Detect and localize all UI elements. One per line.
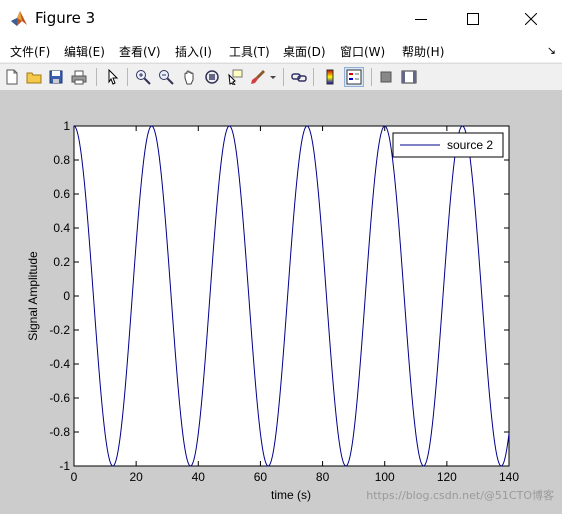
hide-plot-tools-icon [380,71,392,83]
y-tick-label: -1 [59,459,70,473]
watermark: https://blog.csdn.net/@51CTO博客 [366,489,554,502]
menu-tools[interactable]: 工具(T) [229,43,270,60]
maximize-icon [467,13,479,25]
x-tick-label: 60 [254,470,268,484]
figure-canvas[interactable]: -1 -0.8 -0.6 -0.4 -0.2 0 0.2 0.4 0.6 0.8 1 0 20 40 60… [0,90,562,514]
x-tick-label: 120 [437,470,457,484]
minimize-icon [415,19,427,20]
legend-icon [346,69,362,85]
show-plot-tools-button[interactable] [399,67,419,87]
data-cursor-button[interactable] [225,67,245,87]
save-button[interactable] [46,67,66,87]
axes-background [73,125,510,467]
matlab-logo-icon [11,11,27,26]
y-tick-label: 0 [63,289,70,303]
rotate-3d-icon [205,70,219,84]
brush-dropdown-icon [270,76,276,79]
close-icon [525,13,537,25]
data-cursor-icon [228,69,243,85]
menu-edit[interactable]: 编辑(E) [64,43,105,60]
brush-icon [251,70,265,84]
edit-plot-button[interactable] [103,67,123,87]
menu-desktop[interactable]: 桌面(D) [283,43,326,60]
show-plot-tools-icon [401,70,417,84]
y-tick-label: 0.2 [53,255,70,269]
x-tick-label: 80 [316,470,330,484]
rotate-3d-button[interactable] [202,67,222,87]
maximize-button[interactable] [450,0,496,38]
menu-view[interactable]: 查看(V) [119,43,161,60]
toolbar-separator [283,68,284,86]
menu-overflow-icon[interactable]: ↘ [547,44,556,57]
link-icon [291,73,307,82]
window-title: Figure 3 [35,9,96,27]
toolbar-separator [371,68,372,86]
pan-button[interactable] [179,67,199,87]
zoom-in-button[interactable] [133,67,153,87]
y-tick-label: -0.2 [49,323,70,337]
new-figure-button[interactable] [2,67,22,87]
legend[interactable]: source 2 [392,132,504,158]
legend-label: source 2 [447,138,493,152]
x-axis-label: time (s) [271,488,311,502]
zoom-out-icon [159,70,174,85]
menu-help[interactable]: 帮助(H) [402,43,444,60]
y-tick-label: 0.4 [53,221,70,235]
open-file-button[interactable] [24,67,44,87]
hide-plot-tools-button[interactable] [376,67,396,87]
x-tick-label: 100 [375,470,395,484]
link-plot-button[interactable] [289,67,309,87]
x-tick-label: 40 [192,470,206,484]
minimize-button[interactable] [398,0,444,38]
print-icon [71,70,87,85]
legend-button[interactable] [344,67,364,87]
print-button[interactable] [69,67,89,87]
menu-window[interactable]: 窗口(W) [340,43,385,60]
toolbar [0,63,562,91]
x-tick-label: 140 [499,470,519,484]
colorbar-icon [326,69,334,85]
save-icon [49,70,63,84]
y-tick-label: 0.6 [53,187,70,201]
x-tick-label: 20 [129,470,143,484]
brush-dropdown-button[interactable] [268,67,278,87]
menu-bar: 文件(F) 编辑(E) 查看(V) 插入(I) 工具(T) 桌面(D) 窗口(W… [0,38,562,62]
y-tick-label: 1 [63,119,70,133]
pan-icon [184,70,194,85]
line-chart[interactable]: -1 -0.8 -0.6 -0.4 -0.2 0 0.2 0.4 0.6 0.8 1 0 20 40 60… [0,90,562,514]
toolbar-separator [313,68,314,86]
toolbar-separator [127,68,128,86]
menu-file[interactable]: 文件(F) [10,43,50,60]
y-tick-label: -0.6 [49,391,70,405]
colorbar-button[interactable] [320,67,340,87]
toolbar-separator [96,68,97,86]
zoom-out-button[interactable] [156,67,176,87]
x-tick-label: 0 [71,470,78,484]
new-figure-icon [6,69,18,85]
y-tick-label: 0.8 [53,153,70,167]
title-bar: Figure 3 [0,0,562,38]
open-file-icon [26,72,42,84]
menu-insert[interactable]: 插入(I) [175,43,212,60]
pointer-icon [108,69,119,85]
y-tick-label: -0.8 [49,425,70,439]
zoom-in-icon [136,70,151,85]
brush-button[interactable] [248,67,268,87]
y-axis-label: Signal Amplitude [26,251,40,341]
y-tick-label: -0.4 [49,357,70,371]
close-button[interactable] [508,0,554,38]
